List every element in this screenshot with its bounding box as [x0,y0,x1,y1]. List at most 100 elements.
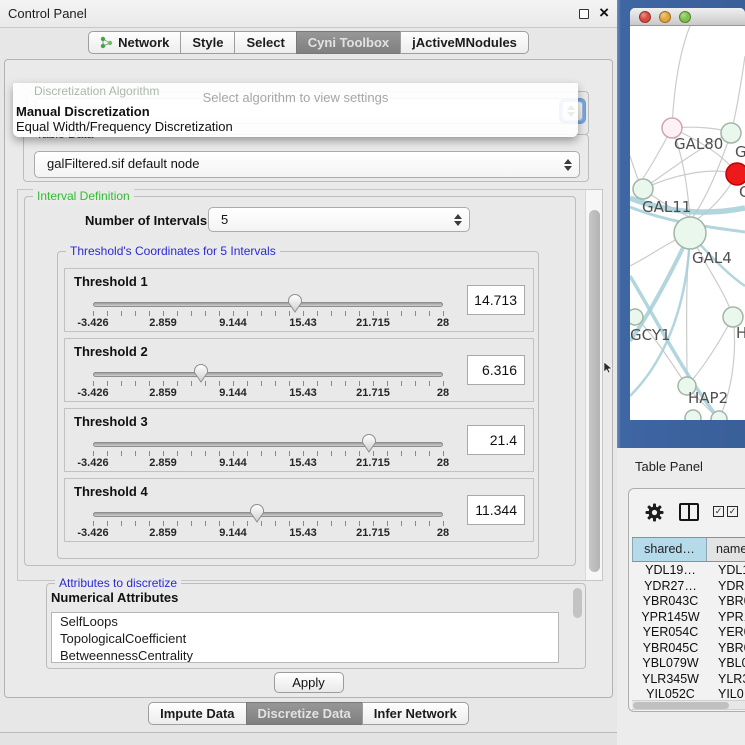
table-data-combobox[interactable]: galFiltered.sif default node [34,151,580,178]
cell-shared-name[interactable]: YDL19… [632,563,709,579]
list-scrollbar-thumb[interactable] [573,588,582,618]
zoom-light-icon[interactable] [679,11,691,23]
cell-shared-name[interactable]: YDR27… [632,579,709,595]
tick-label: 9.144 [219,527,247,539]
table-row[interactable]: YDL19…YDL1 [632,563,745,579]
tab-cyni-toolbox[interactable]: Cyni Toolbox [296,31,401,54]
slider-track[interactable] [93,512,443,517]
table-row[interactable]: YPR145WYPR1 [632,610,745,626]
cell-name[interactable]: YDL1 [709,563,745,579]
cell-shared-name[interactable]: YBL079W [632,656,709,672]
split-column-icon[interactable] [679,503,699,521]
network-node[interactable] [685,410,701,420]
tick-label: 2.859 [149,457,177,469]
apply-button[interactable]: Apply [274,672,344,693]
number-of-intervals-combobox[interactable]: 5 [208,207,470,232]
slider-tick-labels: -3.4262.8599.14415.4321.71528 [65,387,533,399]
attribute-item[interactable]: TopologicalCoefficient [52,630,558,647]
network-node[interactable] [726,163,745,185]
checkbox-icon[interactable]: ✓ [727,506,738,517]
close-light-icon[interactable] [639,11,651,23]
table-row[interactable]: YLR345WYLR3 [632,672,745,688]
panel-title: Control Panel [8,6,87,21]
cell-name[interactable]: YIL0 [709,687,745,699]
tick-label: -3.426 [77,387,108,399]
tab-style[interactable]: Style [180,31,235,54]
popup-item-equal-width-frequency[interactable]: Equal Width/Frequency Discretization [16,119,570,134]
slider-track[interactable] [93,302,443,307]
network-node[interactable] [721,123,741,143]
cell-shared-name[interactable]: YBR045C [632,641,709,657]
tab-network[interactable]: Network [88,31,181,54]
control-panel: Control Panel × NetworkStyleSelectCyni T… [0,0,617,733]
cell-shared-name[interactable]: YIL052C [632,687,709,699]
number-of-intervals-label: Number of Intervals [85,213,207,228]
table-header-shared-name[interactable]: shared… [632,538,707,561]
cell-name[interactable]: YER0 [709,625,745,641]
table-row[interactable]: YDR27…YDR2 [632,579,745,595]
horizontal-scrollbar[interactable] [632,700,745,710]
float-window-icon[interactable] [579,9,589,19]
cell-shared-name[interactable]: YLR345W [632,672,709,688]
network-edge [731,56,745,133]
slider-track[interactable] [93,372,443,377]
network-canvas[interactable]: GAL80GACGAL11GAL4GCY1HHAP2 [630,26,745,420]
tick-label: 15.43 [289,527,317,539]
vertical-scrollbar-thumb[interactable] [589,210,600,572]
network-node[interactable] [630,309,643,325]
thresholds-group: Threshold's Coordinates for 5 Intervals … [57,251,539,559]
threshold-value-field[interactable]: 14.713 [467,285,525,315]
horizontal-scrollbar-thumb[interactable] [633,702,729,709]
node-label: GCY1 [630,326,671,344]
network-node[interactable] [711,411,727,420]
tick-label: 9.144 [219,457,247,469]
tick-label: 15.43 [289,387,317,399]
network-node[interactable] [633,179,653,199]
cell-name[interactable]: YBR0 [709,641,745,657]
tick-label: 2.859 [149,527,177,539]
cell-shared-name[interactable]: YPR145W [632,610,709,626]
tab-label: Infer Network [374,706,457,721]
cell-name[interactable]: YLR3 [709,672,745,688]
tick-label: 21.715 [356,457,390,469]
cell-name[interactable]: YDR2 [709,579,745,595]
attribute-item[interactable]: SelfLoops [52,613,558,630]
threshold-value-field[interactable]: 6.316 [467,355,525,385]
network-graph: GAL80GACGAL11GAL4GCY1HHAP2 [630,26,745,420]
tab-jactivemnodules[interactable]: jActiveMNodules [400,31,529,54]
gear-icon[interactable] [645,503,664,522]
tab-impute-data[interactable]: Impute Data [148,702,246,725]
updown-arrows-icon [454,214,462,226]
close-icon[interactable]: × [599,3,609,23]
attribute-item[interactable]: BetweennessCentrality [52,647,558,663]
table-row[interactable]: YBR045CYBR0 [632,641,745,657]
table-row[interactable]: YIL052CYIL0 [632,687,745,699]
tab-infer-network[interactable]: Infer Network [362,702,469,725]
cell-shared-name[interactable]: YER054C [632,625,709,641]
tab-discretize-data[interactable]: Discretize Data [246,702,363,725]
node-label: GAL4 [692,249,732,267]
table-row[interactable]: YBR043CYBR0 [632,594,745,610]
threshold-value-field[interactable]: 21.4 [467,425,525,455]
table-header-name[interactable]: name [707,538,745,561]
network-inner-window: GAL80GACGAL11GAL4GCY1HHAP2 [630,8,745,420]
node-label: GAL80 [674,135,723,153]
minimize-light-icon[interactable] [659,11,671,23]
numerical-attributes-list[interactable]: SelfLoopsTopologicalCoefficientBetweenne… [51,612,559,663]
cell-name[interactable]: YPR1 [709,610,745,626]
network-node[interactable] [674,217,706,249]
table-row[interactable]: YBL079WYBL0 [632,656,745,672]
cell-shared-name[interactable]: YBR043C [632,594,709,610]
threshold-value-field[interactable]: 11.344 [467,495,525,525]
vertical-scrollbar[interactable] [585,190,602,580]
slider-track[interactable] [93,442,443,447]
tab-select[interactable]: Select [234,31,296,54]
table-row[interactable]: YER054CYER0 [632,625,745,641]
cell-name[interactable]: YBR0 [709,594,745,610]
popup-item-manual-discretization[interactable]: Manual Discretization [16,104,570,119]
cell-name[interactable]: YBL0 [709,656,745,672]
tick-label: 28 [437,387,449,399]
checkbox-icon[interactable]: ✓ [713,506,724,517]
mouse-cursor [604,362,613,374]
threshold-label: Threshold 4 [74,484,148,499]
